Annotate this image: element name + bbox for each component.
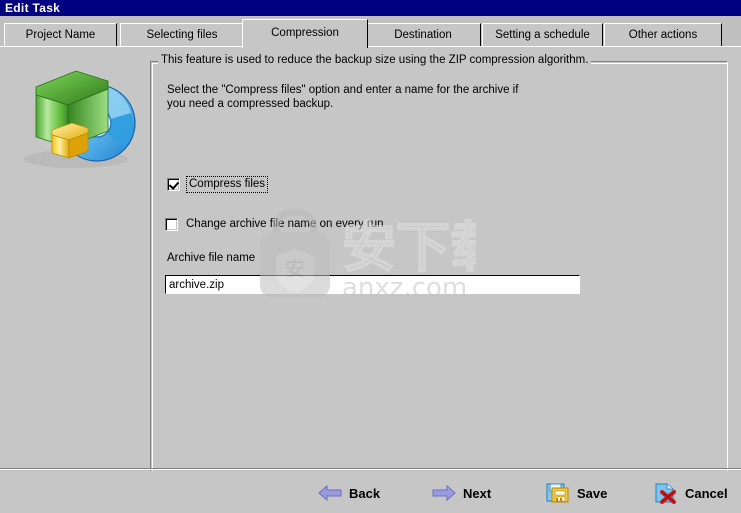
next-button[interactable]: Next bbox=[432, 481, 491, 505]
tab-project-name[interactable]: Project Name bbox=[4, 23, 117, 47]
green-box-cd-icon bbox=[14, 61, 144, 173]
save-button-label: Save bbox=[577, 485, 608, 501]
tab-label: Other actions bbox=[628, 29, 698, 41]
compress-files-checkbox-row[interactable]: Compress files bbox=[167, 176, 269, 193]
tab-destination[interactable]: Destination bbox=[365, 23, 481, 47]
save-button[interactable]: Save bbox=[546, 481, 607, 505]
tab-selecting-files[interactable]: Selecting files bbox=[120, 23, 244, 47]
cancel-button-label: Cancel bbox=[685, 485, 728, 501]
compress-files-label[interactable]: Compress files bbox=[185, 176, 269, 193]
change-archive-name-checkbox[interactable] bbox=[165, 218, 178, 231]
arrow-left-icon bbox=[318, 482, 342, 504]
floppy-disk-icon bbox=[546, 482, 570, 504]
red-x-page-icon bbox=[654, 482, 678, 505]
change-archive-name-checkbox-row[interactable]: Change archive file name on every run bbox=[165, 218, 384, 231]
archive-file-name-label: Archive file name bbox=[167, 252, 256, 264]
groupbox-legend: This feature is used to reduce the backu… bbox=[158, 54, 592, 67]
cancel-button[interactable]: Cancel bbox=[654, 481, 728, 505]
archive-file-name-field[interactable] bbox=[165, 275, 580, 294]
tab-label: Setting a schedule bbox=[495, 29, 590, 41]
tab-compression[interactable]: Compression bbox=[242, 19, 368, 48]
tab-strip: Project Name Selecting files Compression… bbox=[0, 17, 741, 48]
window-titlebar: Edit Task bbox=[0, 0, 741, 16]
tab-setting-a-schedule[interactable]: Setting a schedule bbox=[482, 23, 603, 47]
footer-divider bbox=[0, 468, 741, 470]
edit-task-window: Edit Task Project Name Selecting files C… bbox=[0, 0, 741, 513]
tab-label: Destination bbox=[394, 29, 452, 41]
content-panel: This feature is used to reduce the backu… bbox=[0, 46, 741, 487]
back-button-label: Back bbox=[349, 485, 381, 501]
compress-files-checkbox[interactable] bbox=[167, 178, 180, 191]
tab-label: Selecting files bbox=[146, 29, 218, 41]
change-archive-name-label[interactable]: Change archive file name on every run bbox=[186, 218, 384, 231]
window-title: Edit Task bbox=[5, 1, 61, 15]
description-text: Select the "Compress files" option and e… bbox=[167, 84, 519, 110]
tab-label: Compression bbox=[271, 27, 339, 39]
footer-bar: Back Next Save Cancel bbox=[0, 471, 741, 513]
tab-other-actions[interactable]: Other actions bbox=[604, 23, 722, 47]
tab-label: Project Name bbox=[25, 29, 96, 41]
archive-file-name-input[interactable] bbox=[166, 276, 579, 293]
back-button[interactable]: Back bbox=[318, 481, 380, 505]
compression-groupbox bbox=[150, 61, 728, 487]
next-button-label: Next bbox=[463, 485, 492, 501]
arrow-right-icon bbox=[432, 482, 456, 504]
